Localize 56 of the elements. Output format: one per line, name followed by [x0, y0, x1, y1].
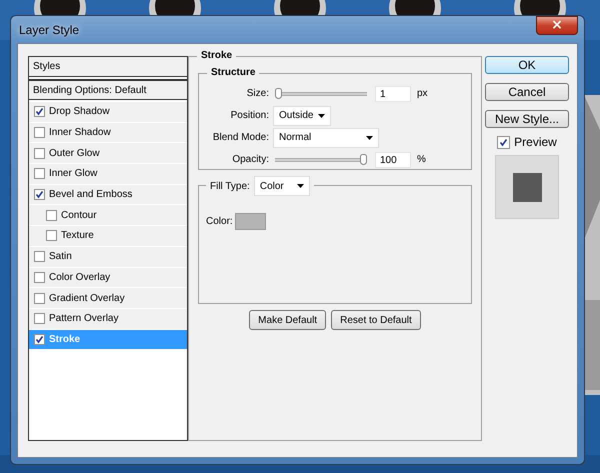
field-label: Color: [206, 216, 233, 227]
checkbox[interactable] [34, 189, 45, 200]
field-label: Size: [246, 88, 270, 99]
checkbox[interactable] [34, 313, 45, 324]
preview-square [512, 172, 542, 202]
style-list-item[interactable]: Pattern Overlay [29, 308, 187, 330]
cancel-button[interactable]: Cancel [485, 83, 569, 101]
unit-label: % [417, 154, 426, 165]
checkbox[interactable] [34, 148, 45, 159]
checkbox[interactable] [46, 210, 57, 221]
panel-button[interactable]: Reset to Default [331, 310, 421, 330]
dropdown[interactable]: Color [254, 176, 310, 196]
input-field[interactable]: 1 [375, 86, 411, 102]
slider-thumb[interactable] [360, 154, 367, 164]
style-list-item[interactable]: Texture [29, 226, 187, 247]
style-list-item[interactable]: Bevel and Emboss [29, 184, 187, 206]
input-field[interactable]: 100 [375, 152, 411, 168]
checkbox[interactable] [34, 292, 45, 304]
ok-button[interactable]: OK [485, 56, 569, 74]
checkbox[interactable] [34, 168, 45, 180]
unit-label: px [417, 88, 428, 99]
checkbox[interactable] [34, 272, 45, 283]
style-list-item[interactable]: Inner Glow [29, 164, 187, 185]
caret-icon [296, 184, 304, 188]
slider-thumb[interactable] [275, 88, 282, 98]
style-list-item[interactable]: Inner Shadow [29, 122, 187, 144]
checkbox[interactable] [34, 127, 45, 138]
checkbox[interactable] [34, 106, 45, 118]
list-header: Styles [29, 56, 187, 77]
style-list-item[interactable]: Outer Glow [29, 143, 187, 164]
checkbox[interactable] [34, 334, 45, 345]
field-label: Fill Type: [210, 180, 250, 192]
panel-button[interactable]: Make Default [249, 310, 326, 330]
dropdown[interactable]: Outside [273, 106, 331, 126]
style-list-item[interactable]: Blending Options: Default [29, 79, 187, 100]
close-button[interactable]: × [536, 16, 578, 35]
checkbox[interactable] [46, 230, 57, 242]
style-list-item[interactable]: Gradient Overlay [29, 288, 187, 309]
dropdown[interactable]: Normal [273, 128, 379, 148]
checkbox-label: Preview [514, 135, 557, 149]
checkbox[interactable] [497, 136, 510, 148]
panel-title: Stroke [197, 50, 236, 61]
caret-icon [366, 136, 373, 140]
new-style-button[interactable]: New Style... [485, 110, 569, 128]
window-title: Layer Style [18, 22, 80, 36]
group-title: Structure [207, 67, 260, 78]
style-list-item[interactable]: Satin [29, 246, 187, 268]
style-list-item[interactable]: Contour [29, 205, 187, 226]
field-label: Blend Mode: [212, 132, 270, 143]
caret-icon [318, 114, 325, 118]
style-list-item[interactable]: Drop Shadow [29, 102, 187, 123]
style-list-item[interactable]: Color Overlay [29, 268, 187, 288]
field-label: Position: [230, 110, 270, 121]
color-swatch[interactable] [234, 213, 266, 230]
checkbox[interactable] [34, 251, 45, 262]
field-label: Opacity: [231, 154, 270, 165]
